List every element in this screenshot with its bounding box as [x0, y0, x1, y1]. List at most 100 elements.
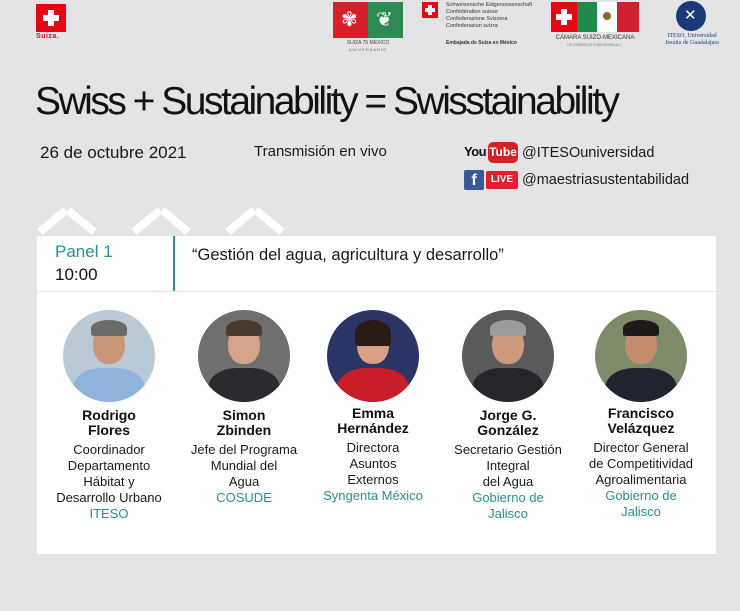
panel-label: Panel 1: [55, 242, 113, 261]
swiss-flag-icon: [36, 4, 66, 32]
mexico-flag-red: [617, 2, 639, 32]
speaker-role-line: Jefe del Programa: [190, 442, 298, 457]
youtube-you: You: [464, 144, 487, 159]
suiza-logo-text: Suiza.: [36, 33, 60, 40]
speakers-card: Rodrigo Flores Coordinador Departamento …: [37, 292, 716, 554]
speaker-name: Emma Hernández: [303, 406, 443, 436]
embassy-logo: Schweizerische Eidgenossenschaft Confédé…: [422, 2, 542, 48]
live-label: Transmisión en vivo: [254, 143, 387, 160]
camara-logo: CÁMARA SUIZO-MEXICANA DE COMERCIO E INDU…: [551, 2, 639, 48]
speaker-name-line: Zbinden: [216, 422, 272, 438]
avatar-body: [472, 368, 544, 402]
speaker-role-line: Integral: [486, 458, 530, 473]
flower-icon: [333, 2, 368, 38]
mexico-flag-green: [577, 2, 597, 32]
speaker-card: Rodrigo Flores Coordinador Departamento …: [39, 292, 179, 522]
speaker-role: Directora Asuntos Externos: [303, 440, 443, 488]
speaker-role-line: Hábitat y: [83, 474, 135, 489]
speaker-name-line: Emma: [351, 405, 395, 421]
speaker-name-line: Flores: [87, 422, 130, 438]
speaker-card: Emma Hernández Directora Asuntos Externo…: [303, 292, 443, 504]
camara-text: CÁMARA SUIZO-MEXICANA: [555, 35, 635, 41]
speaker-name: Rodrigo Flores: [39, 408, 179, 438]
avatar-body: [337, 368, 409, 402]
avatar: [595, 310, 687, 402]
speaker-name-line: Jorge G.: [479, 407, 537, 423]
speaker-role-line: Asuntos: [349, 456, 397, 471]
anniversary-logo: SUIZA 75 MÉXICO ANIVERSARIO: [333, 2, 403, 54]
embassy-lines: Schweizerische Eidgenossenschaft Confédé…: [446, 2, 532, 30]
avatar-hair: [490, 320, 526, 336]
speaker-role-line: Desarrollo Urbano: [56, 490, 162, 505]
speaker-org: COSUDE: [216, 490, 272, 505]
swiss-flag-icon: [551, 2, 577, 32]
youtube-handle[interactable]: @ITESOuniversidad: [522, 145, 654, 161]
panel-header: Panel 1 10:00 “Gestión del agua, agricul…: [37, 236, 716, 291]
speaker-role-line: del Agua: [482, 474, 534, 489]
speaker-role-line: de Competitividad: [588, 456, 694, 471]
speaker-role-line: Directora: [346, 440, 400, 455]
speaker-org-line: Jalisco: [621, 504, 661, 519]
avatar: [462, 310, 554, 402]
speaker-name: Simon Zbinden: [174, 408, 314, 438]
avatar-hair: [91, 320, 127, 336]
iteso-line: Jesuita de Guadalajara: [665, 40, 719, 46]
avatar: [327, 310, 419, 402]
speaker-org: Gobierno de Jalisco: [571, 488, 711, 520]
speaker-org-line: Jalisco: [488, 506, 528, 521]
speaker-name-line: González: [477, 422, 539, 438]
panel-title: “Gestión del agua, agricultura y desarro…: [192, 246, 504, 264]
speaker-role-line: Mundial del: [210, 458, 278, 473]
avatar: [63, 310, 155, 402]
speaker-role: Jefe del Programa Mundial del Agua: [174, 442, 314, 490]
speaker-name-line: Simon: [222, 407, 266, 423]
speaker-role-line: Agua: [228, 474, 260, 489]
anniversary-text: SUIZA 75 MÉXICO: [346, 40, 390, 46]
avatar-body: [73, 368, 145, 402]
speaker-org-line: Gobierno de: [472, 490, 544, 505]
speaker-org: ITESO: [89, 506, 129, 521]
youtube-icon: You Tube: [464, 142, 518, 164]
avatar-body: [605, 368, 677, 402]
speaker-org: Gobierno de Jalisco: [438, 490, 578, 522]
globe-icon: [676, 1, 706, 31]
speaker-role: Coordinador Departamento Hábitat y Desar…: [39, 442, 179, 506]
embassy-line: Schweizerische Eidgenossenschaft: [446, 2, 533, 8]
youtube-tube: Tube: [488, 142, 518, 163]
embassy-line: Confédération suisse: [446, 9, 498, 15]
speaker-card: Francisco Velázquez Director General de …: [571, 292, 711, 520]
agave-icon: [368, 2, 403, 38]
avatar-hair: [355, 320, 391, 346]
avatar-body: [208, 368, 280, 402]
speaker-role: Secretario Gestión Integral del Agua: [438, 442, 578, 490]
iteso-line: ITESO, Universidad: [667, 33, 717, 39]
suiza-logo: Suiza.: [36, 4, 68, 40]
live-badge: LIVE: [486, 171, 518, 189]
speaker-role-line: Secretario Gestión: [454, 442, 562, 457]
speaker-name-line: Francisco: [607, 405, 675, 421]
speaker-name-line: Rodrigo: [82, 407, 136, 423]
iteso-logo: ITESO, Universidad Jesuita de Guadalajar…: [660, 0, 724, 50]
speaker-role-line: Agroalimentaria: [595, 472, 687, 487]
camara-subtext: DE COMERCIO E INDUSTRIA A.C.: [567, 43, 623, 47]
avatar-hair: [226, 320, 262, 336]
embassy-line: Confederaziun svizra: [446, 23, 498, 29]
speaker-name-line: Velázquez: [607, 420, 675, 436]
embassy-line: Confederazione Svizzera: [446, 16, 508, 22]
speaker-org-line: Gobierno de: [605, 488, 677, 503]
swiss-shield-icon: [422, 2, 438, 18]
anniversary-subtext: ANIVERSARIO: [348, 47, 388, 52]
speaker-name-line: Hernández: [337, 420, 409, 436]
avatar-hair: [623, 320, 659, 336]
speaker-card: Jorge G. González Secretario Gestión Int…: [438, 292, 578, 522]
speaker-name: Jorge G. González: [438, 408, 578, 438]
speaker-role-line: Director General: [593, 440, 689, 455]
speaker-name: Francisco Velázquez: [571, 406, 711, 436]
speaker-role-line: Coordinador: [73, 442, 145, 457]
page-title: Swiss + Sustainability = Swisstainabilit…: [35, 80, 620, 123]
speaker-role: Director General de Competitividad Agroa…: [571, 440, 711, 488]
speaker-role-line: Departamento: [67, 458, 151, 473]
mexico-flag-white: [597, 2, 617, 32]
panel-time: 10:00: [55, 265, 98, 284]
facebook-handle[interactable]: @maestriasustentabilidad: [522, 172, 689, 188]
